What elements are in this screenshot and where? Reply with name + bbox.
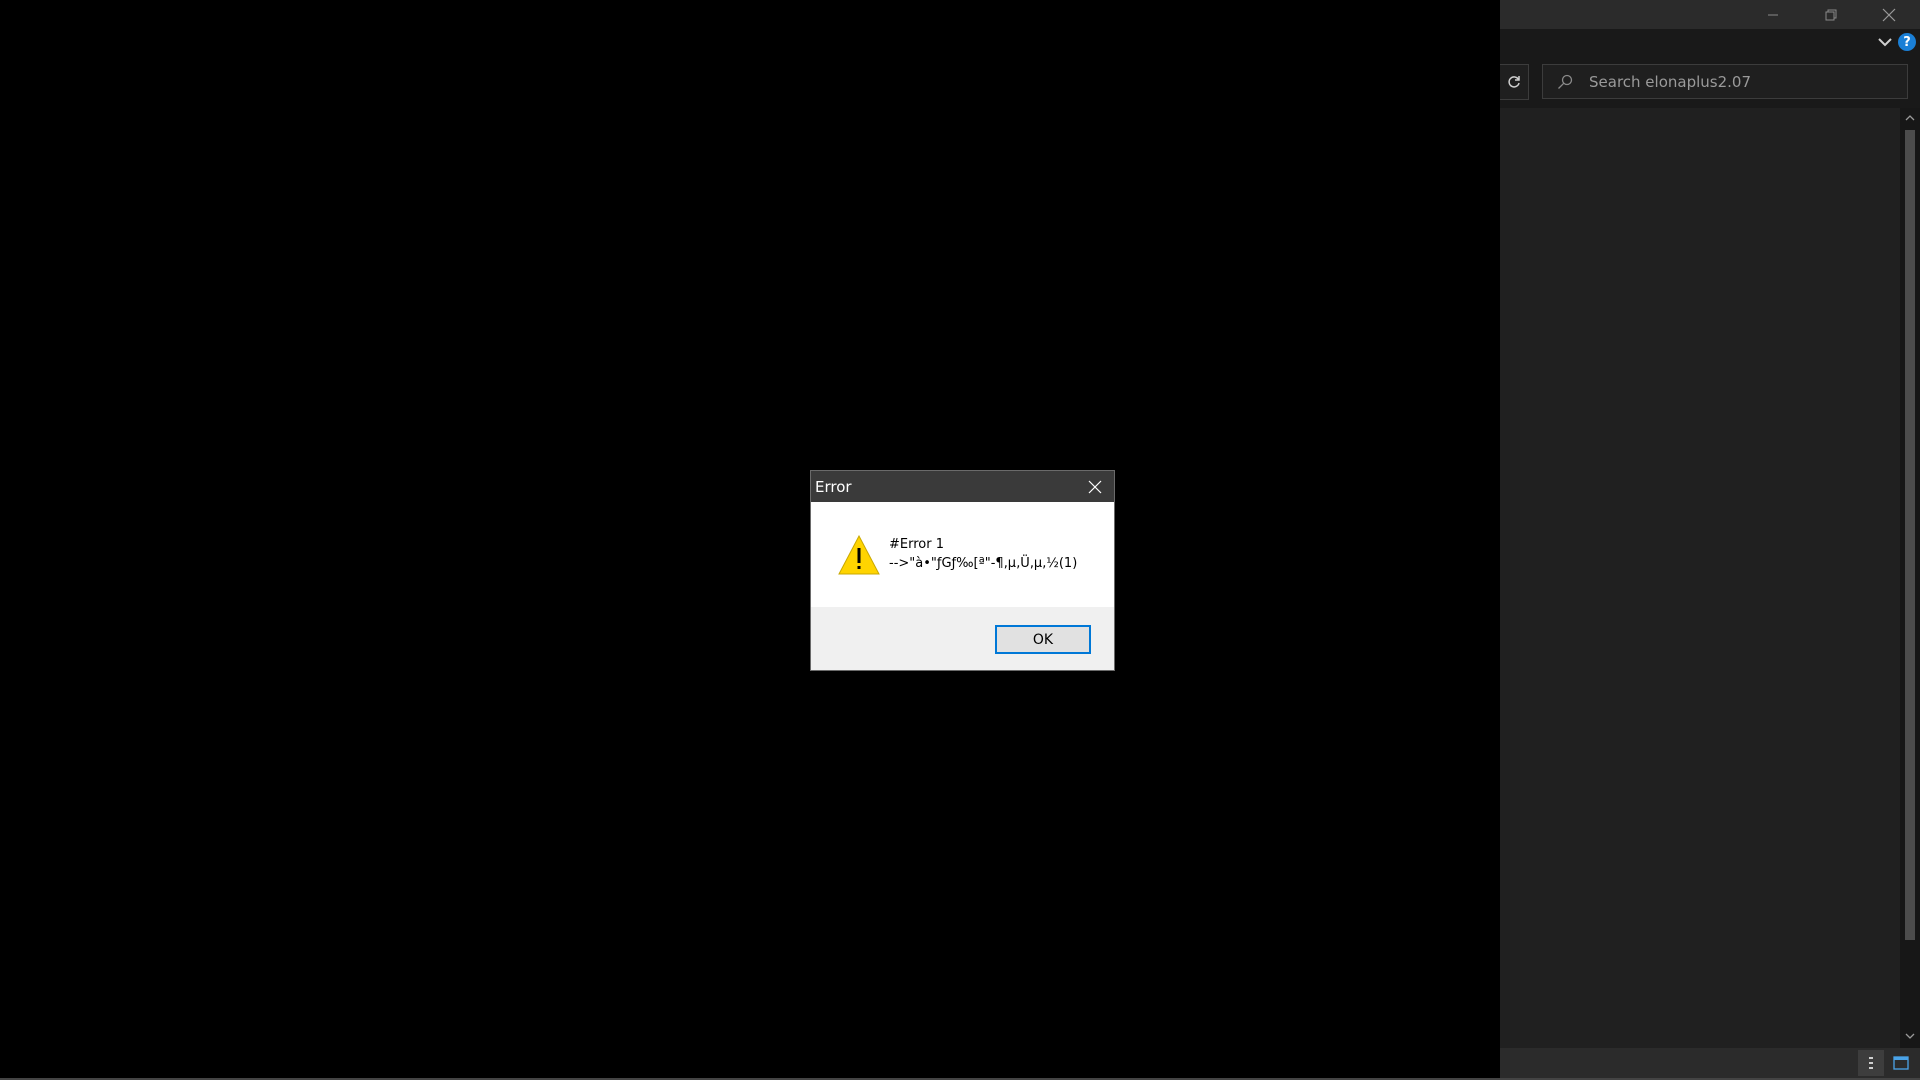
- search-input[interactable]: [1589, 65, 1889, 98]
- details-view-button[interactable]: [1858, 1050, 1884, 1076]
- restore-button[interactable]: [1802, 0, 1860, 29]
- chevron-up-icon: [1905, 115, 1915, 121]
- dialog-title: Error: [815, 478, 852, 496]
- error-dialog: Error #Error 1 -->"à•"ƒGƒ‰[ª"-¶‚µ‚Ü‚µ‚½(1…: [810, 470, 1115, 671]
- address-bar-row: [1500, 55, 1920, 108]
- dialog-close-button[interactable]: [1076, 471, 1114, 502]
- large-icons-view-button[interactable]: [1888, 1050, 1914, 1076]
- error-message: #Error 1 -->"à•"ƒGƒ‰[ª"-¶‚µ‚Ü‚µ‚½(1): [889, 535, 1077, 573]
- chevron-down-icon: [1905, 1033, 1915, 1039]
- vertical-scrollbar[interactable]: [1900, 108, 1920, 1048]
- minimize-button[interactable]: [1744, 0, 1802, 29]
- restore-icon: [1825, 9, 1837, 20]
- search-box[interactable]: [1542, 64, 1908, 99]
- large-icons-view-icon: [1893, 1056, 1909, 1070]
- details-view-icon: [1869, 1057, 1873, 1069]
- close-window-button[interactable]: [1860, 0, 1918, 29]
- dialog-titlebar[interactable]: Error: [811, 471, 1114, 502]
- dialog-footer: OK: [811, 607, 1114, 670]
- warning-icon: [838, 535, 880, 575]
- dialog-body: #Error 1 -->"à•"ƒGƒ‰[ª"-¶‚µ‚Ü‚µ‚½(1): [811, 502, 1114, 607]
- error-message-line-1: #Error 1: [889, 537, 944, 552]
- refresh-button[interactable]: [1500, 64, 1529, 100]
- explorer-titlebar: [1500, 0, 1920, 29]
- close-icon: [1882, 8, 1896, 21]
- ok-button[interactable]: OK: [995, 625, 1091, 654]
- file-list-pane[interactable]: [1500, 108, 1900, 1048]
- game-window[interactable]: [0, 0, 1500, 1080]
- error-message-line-2: -->"à•"ƒGƒ‰[ª"-¶‚µ‚Ü‚µ‚½(1): [889, 556, 1078, 571]
- search-icon: [1558, 74, 1573, 89]
- scroll-down-button[interactable]: [1900, 1028, 1920, 1044]
- minimize-icon: [1768, 14, 1778, 15]
- ribbon-bar: ?: [1500, 29, 1920, 55]
- file-explorer-window: ?: [1500, 0, 1920, 1080]
- help-button[interactable]: ?: [1898, 33, 1916, 51]
- close-icon: [1088, 480, 1102, 493]
- refresh-icon: [1508, 76, 1520, 88]
- chevron-down-icon[interactable]: [1876, 33, 1894, 51]
- status-bar: [1500, 1048, 1920, 1078]
- scrollbar-thumb[interactable]: [1905, 130, 1915, 940]
- scroll-up-button[interactable]: [1900, 110, 1920, 126]
